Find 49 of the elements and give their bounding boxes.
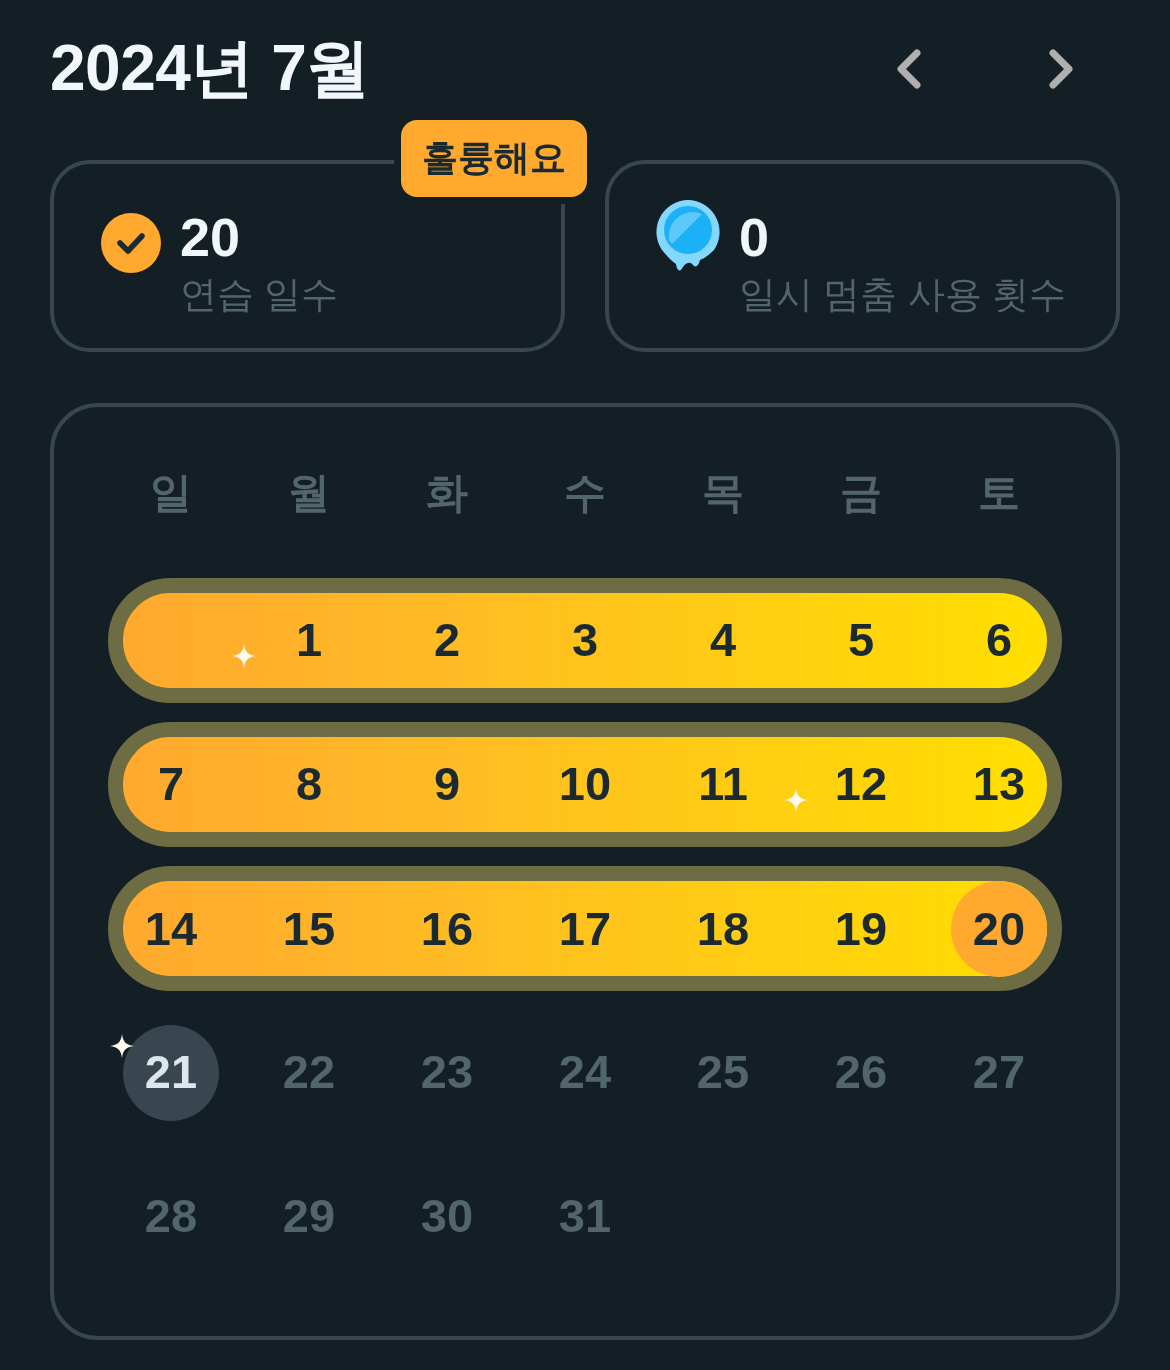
calendar-date: 24 (558, 1045, 612, 1100)
calendar-date: 11 (698, 757, 748, 812)
weekday-label: 금 (840, 467, 882, 518)
calendar-date: 12 (834, 757, 888, 812)
stat-value: 20 (180, 207, 241, 267)
stat-label: 일시 멈춤 사용 횟수 (739, 273, 1066, 317)
calendar-date: 17 (558, 901, 612, 956)
calendar-date: 2 (433, 613, 461, 668)
check-circle-icon (101, 213, 161, 273)
calendar-date: 19 (834, 901, 888, 956)
today-date: 21 (123, 1024, 219, 1121)
calendar-date: 13 (972, 757, 1026, 812)
stat-value: 0 (739, 207, 770, 267)
stat-label: 연습 일수 (180, 273, 339, 317)
calendar-date: 14 (144, 901, 198, 956)
calendar-date: 9 (433, 757, 461, 812)
calendar-date: 15 (282, 901, 336, 956)
calendar-date: 22 (282, 1045, 336, 1100)
calendar-date: 3 (571, 613, 599, 668)
calendar-date: 30 (420, 1189, 474, 1244)
chevron-right-icon (1048, 48, 1074, 90)
month-title: 2024년 7월 (50, 32, 370, 104)
calendar-date: 7 (157, 757, 185, 812)
weekday-label: 수 (564, 467, 606, 518)
chevron-left-icon (896, 48, 922, 90)
calendar-date: 25 (696, 1045, 750, 1100)
weekday-label: 월 (288, 467, 330, 518)
calendar-date: 29 (282, 1189, 336, 1244)
calendar-date: 6 (985, 613, 1013, 668)
previous-month-button[interactable] (896, 48, 922, 90)
calendar-date: 4 (709, 613, 737, 668)
calendar-date: 8 (295, 757, 323, 812)
calendar-date: 16 (420, 901, 474, 956)
streak-end-date: 20 (951, 881, 1047, 977)
weekday-label: 토 (978, 467, 1020, 518)
weekday-label: 목 (702, 467, 744, 518)
weekday-label: 화 (426, 467, 468, 518)
calendar-date: 1 (295, 613, 323, 668)
ice-drop-icon (656, 200, 720, 272)
calendar-date: 27 (972, 1045, 1026, 1100)
calendar-date: 18 (696, 901, 750, 956)
calendar-date: 10 (558, 757, 612, 812)
next-month-button[interactable] (1048, 48, 1074, 90)
calendar-date: 23 (420, 1045, 474, 1100)
calendar-date: 26 (834, 1045, 888, 1100)
calendar-date: 28 (144, 1189, 198, 1244)
weekday-label: 일 (150, 467, 192, 518)
calendar-date: 5 (847, 613, 875, 668)
calendar-date: 31 (558, 1189, 612, 1244)
